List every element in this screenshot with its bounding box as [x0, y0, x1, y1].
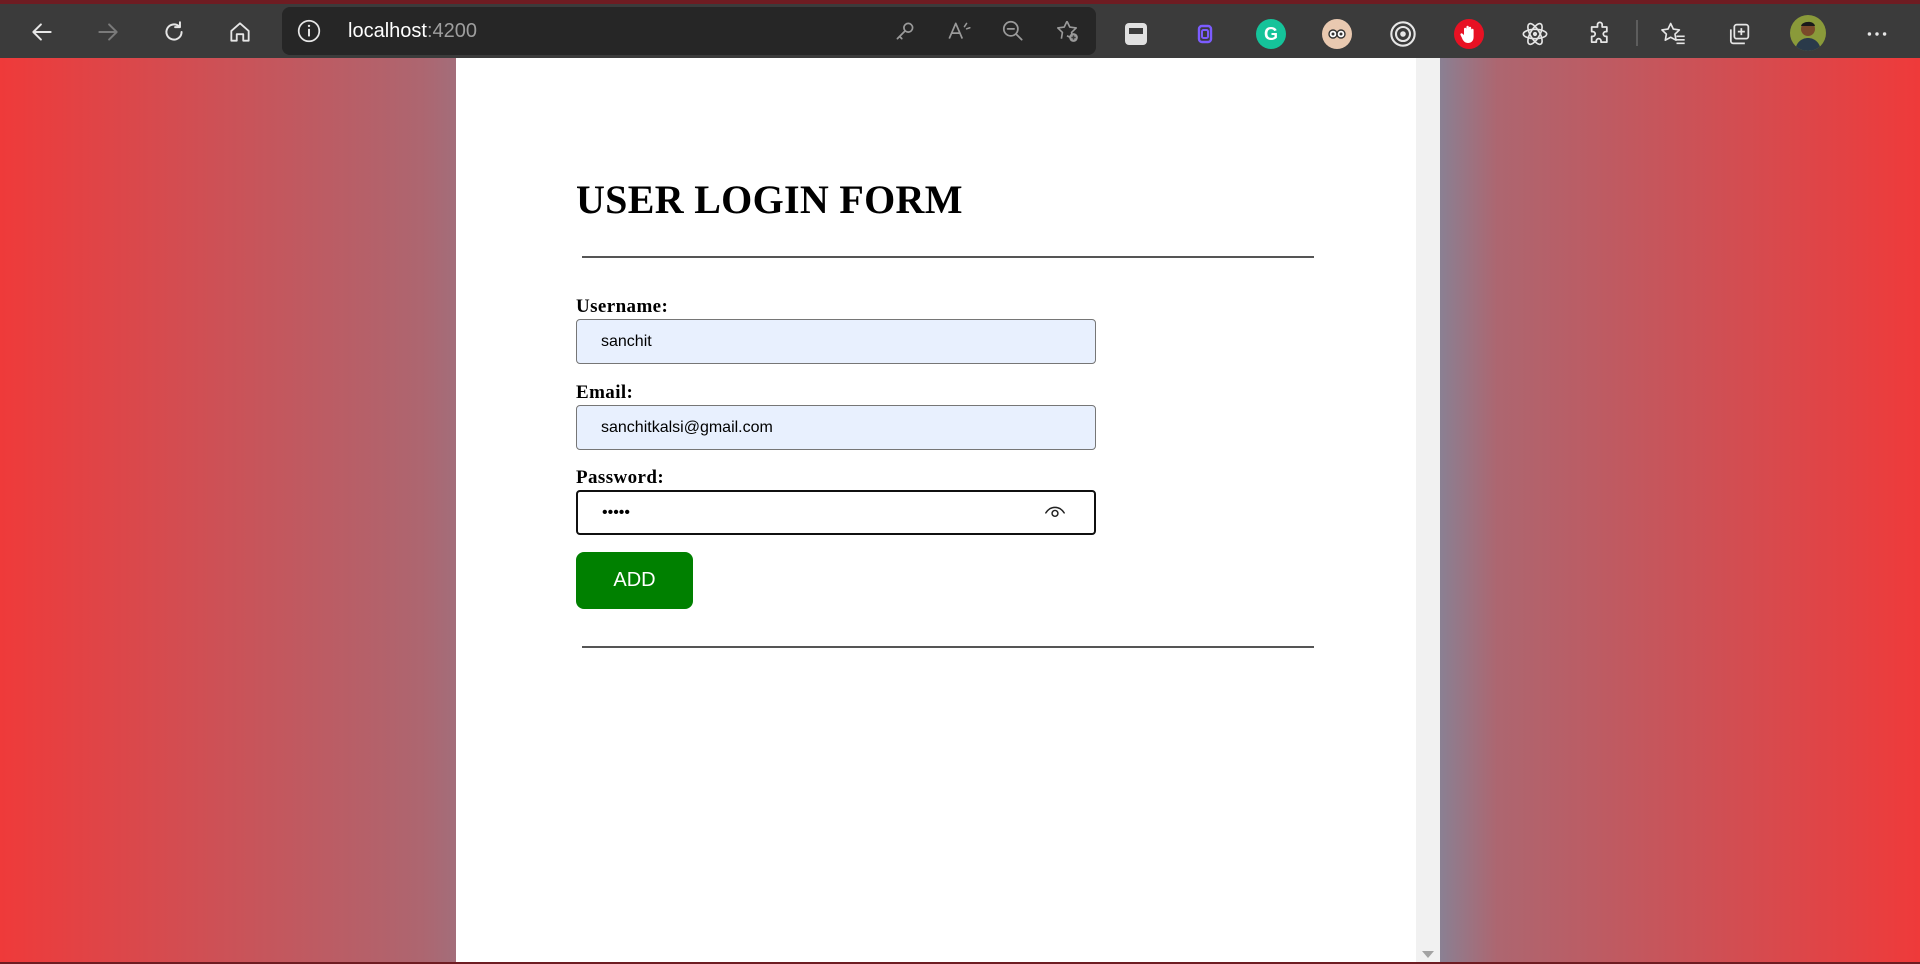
- url-port: :4200: [426, 20, 477, 42]
- add-favorite-icon[interactable]: [1054, 18, 1080, 44]
- forward-icon: [98, 23, 118, 41]
- refresh-icon: [165, 21, 183, 41]
- face-extension-icon[interactable]: [1322, 19, 1352, 49]
- forward-button[interactable]: [86, 10, 130, 54]
- read-aloud-icon[interactable]: [946, 18, 972, 44]
- bottom-divider: [582, 646, 1314, 648]
- collections-icon[interactable]: [1724, 19, 1754, 49]
- email-label: Email:: [576, 382, 634, 403]
- hand-extension-icon[interactable]: [1454, 19, 1484, 49]
- browser-toolbar: localhost:4200 G: [0, 4, 1920, 58]
- password-input[interactable]: [576, 490, 1096, 535]
- url-host: localhost: [348, 20, 427, 42]
- username-label: Username:: [576, 296, 669, 317]
- form-page: USER LOGIN FORM Username: Email: Passwor…: [456, 58, 1440, 962]
- home-button[interactable]: [218, 10, 262, 54]
- info-icon[interactable]: [296, 18, 322, 44]
- username-input[interactable]: [576, 319, 1096, 364]
- clipboard-extension-icon[interactable]: [1190, 19, 1220, 49]
- favorites-icon[interactable]: [1658, 19, 1688, 49]
- show-password-icon[interactable]: [1044, 501, 1066, 523]
- top-divider: [582, 256, 1314, 258]
- form-title: USER LOGIN FORM: [576, 177, 963, 222]
- grammarly-extension-icon[interactable]: G: [1256, 19, 1286, 49]
- sidebar-extension-icon[interactable]: [1125, 23, 1147, 45]
- target-extension-icon[interactable]: [1388, 19, 1418, 49]
- password-label: Password:: [576, 467, 665, 488]
- page-scrollbar[interactable]: [1416, 58, 1440, 962]
- zoom-out-icon[interactable]: [1000, 18, 1026, 44]
- toolbar-separator: [1636, 20, 1638, 46]
- url-text[interactable]: localhost:4200: [348, 20, 477, 43]
- more-menu-icon[interactable]: [1862, 19, 1892, 49]
- profile-avatar[interactable]: [1790, 15, 1826, 51]
- key-icon[interactable]: [892, 18, 918, 44]
- extensions-icon[interactable]: [1586, 19, 1616, 49]
- scroll-down-arrow-icon[interactable]: [1422, 951, 1434, 958]
- back-button[interactable]: [20, 10, 64, 54]
- home-icon: [230, 22, 250, 42]
- address-bar[interactable]: localhost:4200: [282, 7, 1096, 55]
- page-viewport: USER LOGIN FORM Username: Email: Passwor…: [0, 58, 1920, 964]
- email-input[interactable]: [576, 405, 1096, 450]
- refresh-button[interactable]: [152, 10, 196, 54]
- back-icon: [32, 23, 52, 41]
- add-button[interactable]: ADD: [576, 552, 693, 609]
- react-extension-icon[interactable]: [1520, 19, 1550, 49]
